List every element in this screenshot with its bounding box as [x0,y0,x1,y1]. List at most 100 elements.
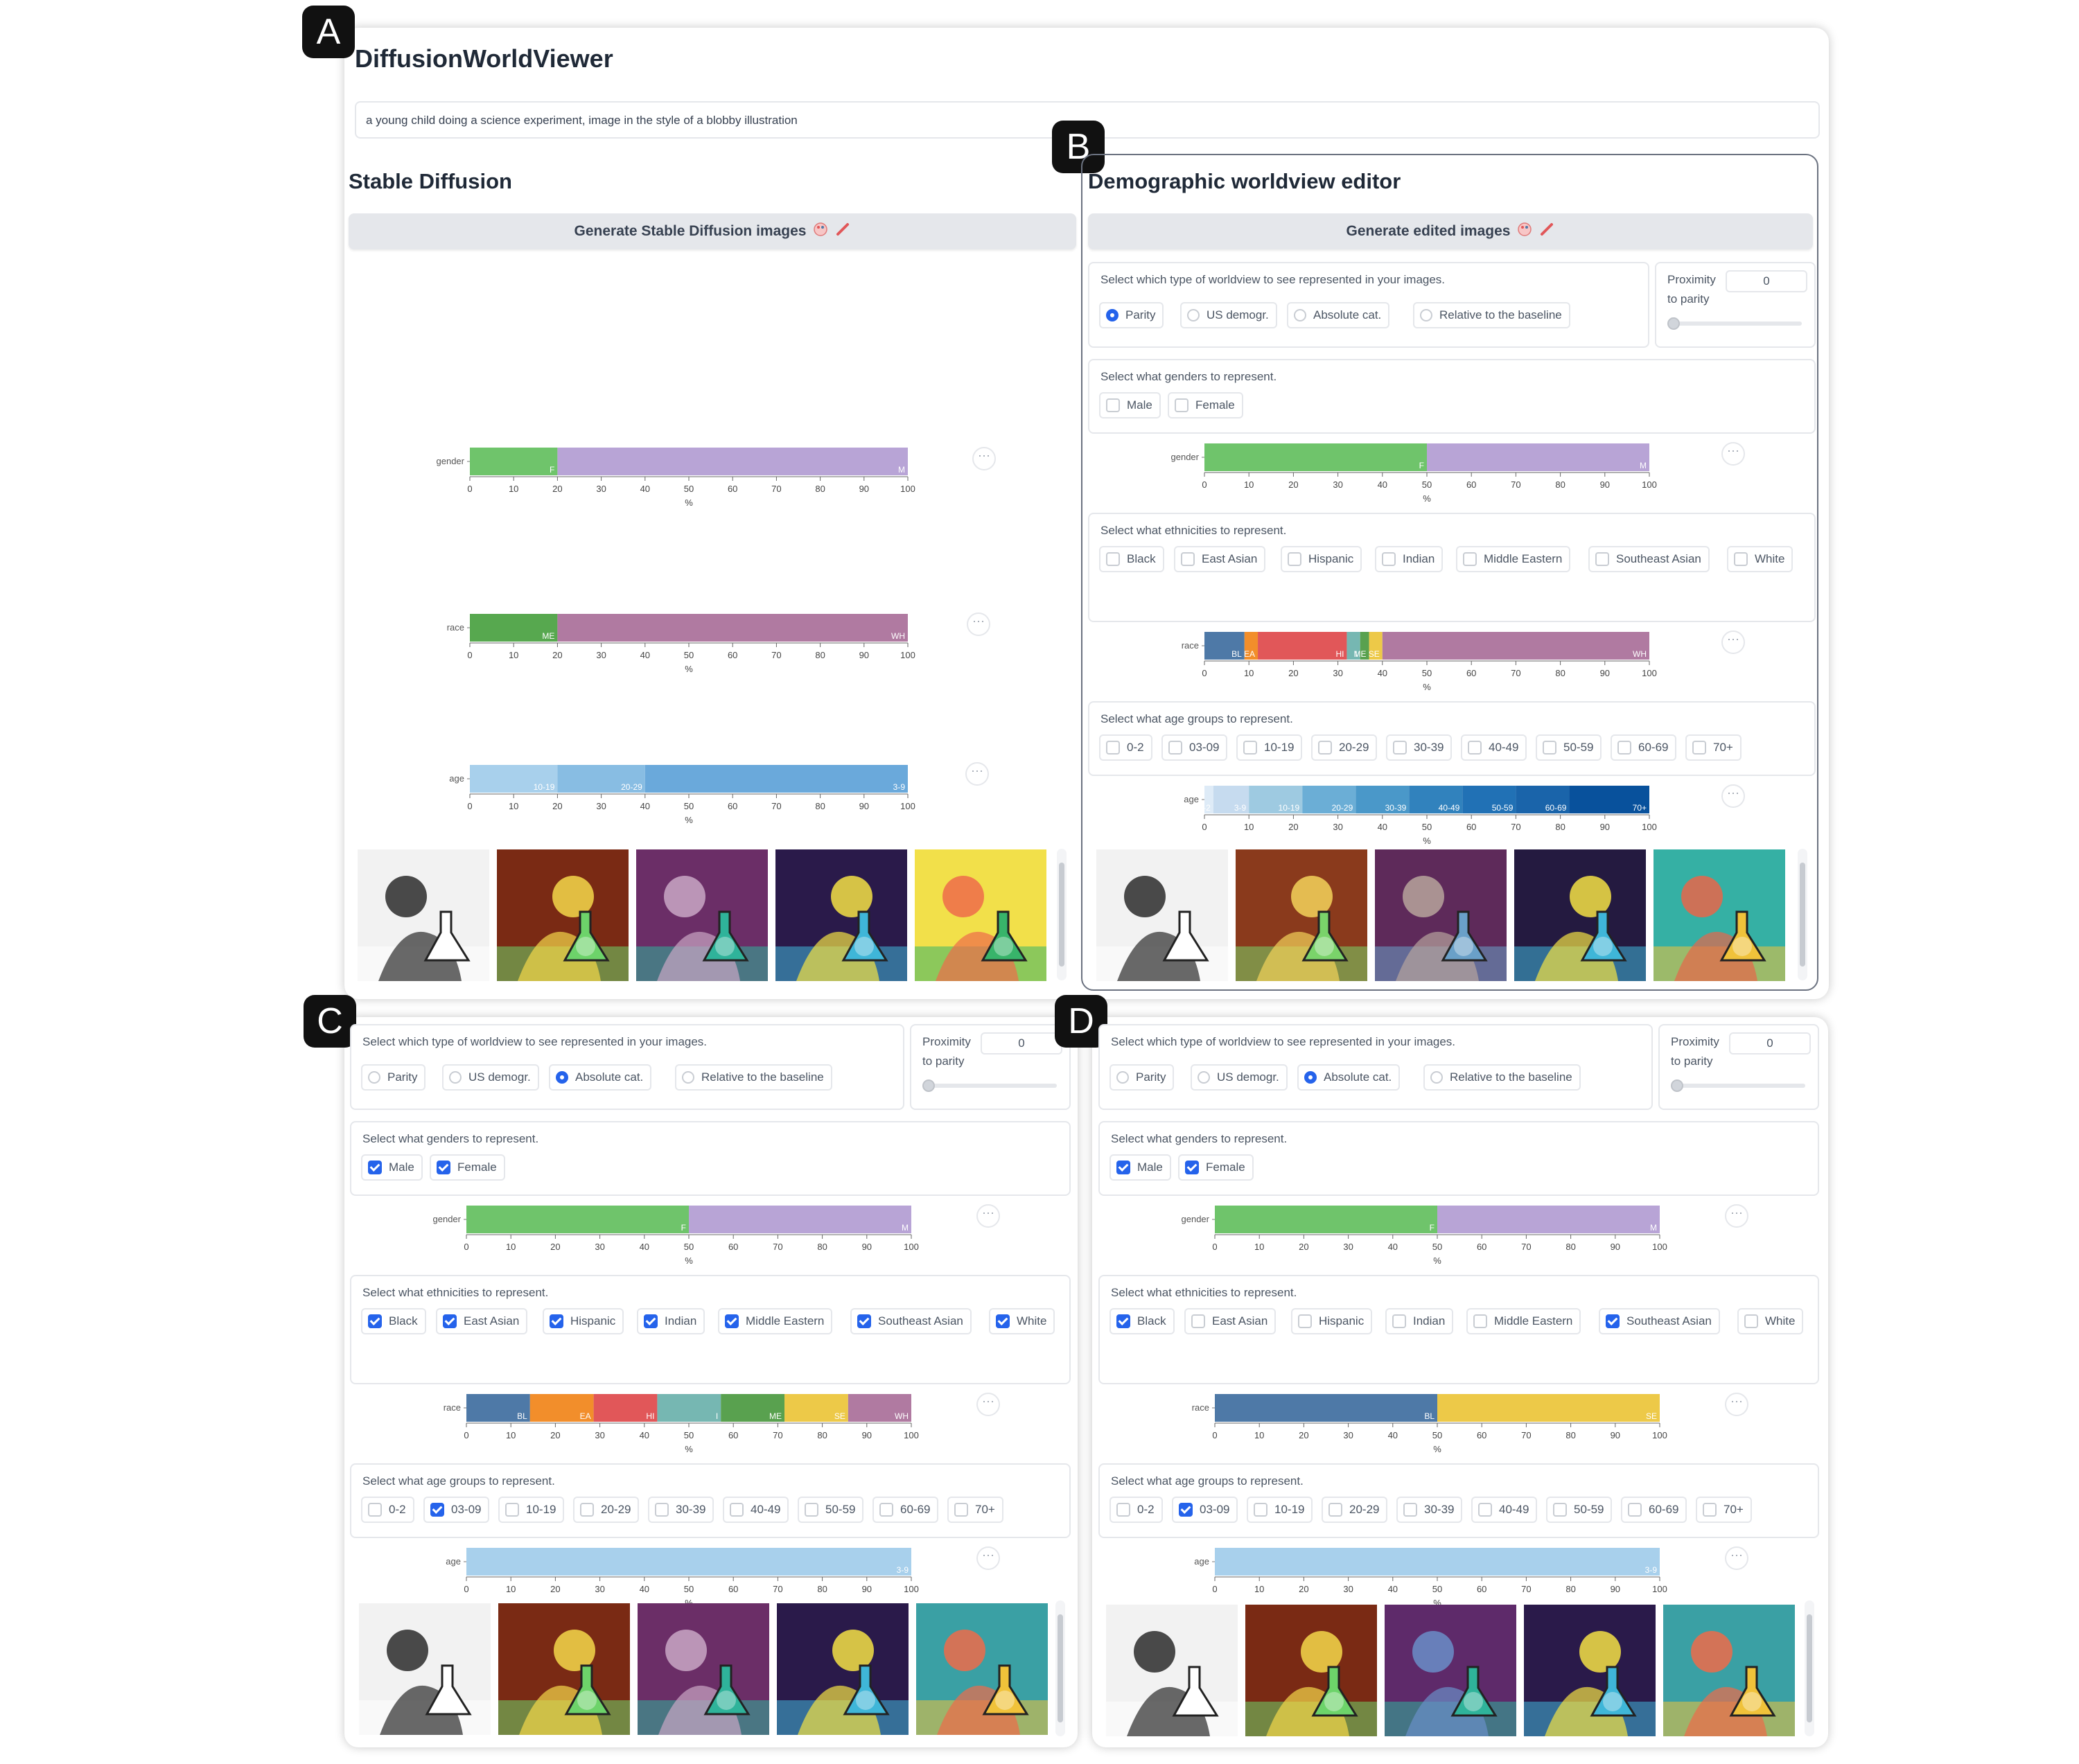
proximity-slider[interactable] [928,1084,1057,1088]
ethnicity-option-hispanic[interactable]: Hispanic [1291,1308,1373,1334]
bar-segment-M[interactable] [689,1206,911,1233]
bar-segment-HI[interactable] [1258,632,1347,660]
gallery-scrollbar[interactable] [1057,849,1067,980]
checkbox-icon[interactable] [1181,552,1195,566]
radio-icon[interactable] [1106,309,1119,321]
radio-icon[interactable] [1304,1071,1317,1084]
age-option-60-69[interactable]: 60-69 [1611,734,1677,761]
checkbox-icon[interactable] [655,1503,669,1517]
chart-menu-button[interactable]: ··· [965,762,989,786]
checkbox-icon[interactable] [1175,398,1188,412]
age-option-03-09[interactable]: 03-09 [1172,1497,1238,1523]
age-option-10-19[interactable]: 10-19 [1236,734,1303,761]
slider-handle[interactable] [1667,317,1680,330]
radio-icon[interactable] [1420,309,1432,321]
bar-segment-3-9[interactable] [466,1548,911,1576]
checkbox-icon[interactable] [1288,552,1301,566]
worldview-option-parity[interactable]: Parity [361,1064,426,1091]
radio-icon[interactable] [1187,309,1200,321]
generated-image[interactable] [1096,849,1228,981]
bar-segment-BL[interactable] [1215,1394,1437,1422]
checkbox-icon[interactable] [580,1503,594,1517]
gallery-scrollbar[interactable] [1805,1600,1814,1736]
checkbox-icon[interactable] [1191,1314,1205,1328]
age-option-10-19[interactable]: 10-19 [498,1497,565,1523]
gender-option-female[interactable]: Female [1178,1154,1254,1181]
worldview-option-absolute-cat-[interactable]: Absolute cat. [1297,1064,1401,1091]
bar-segment-M[interactable] [1427,443,1649,471]
ethnicity-option-east-asian[interactable]: East Asian [436,1308,528,1334]
checkbox-icon[interactable] [1243,741,1257,755]
chart-menu-button[interactable]: ··· [976,1204,1000,1228]
radio-icon[interactable] [682,1071,694,1084]
bar-segment-F[interactable] [470,448,558,475]
bar-segment-WH[interactable] [1382,632,1649,660]
checkbox-icon[interactable] [879,1503,893,1517]
generated-image[interactable] [1663,1605,1795,1736]
gender-option-male[interactable]: Male [1099,392,1161,418]
checkbox-icon[interactable] [1606,1314,1620,1328]
checkbox-icon[interactable] [368,1503,382,1517]
generated-image[interactable] [1514,849,1646,981]
checkbox-icon[interactable] [1744,1314,1758,1328]
ethnicity-option-white[interactable]: White [1737,1308,1804,1334]
bar-segment-F[interactable] [1204,443,1427,471]
checkbox-icon[interactable] [996,1314,1010,1328]
proximity-input[interactable]: 0 [1729,1032,1811,1055]
ethnicity-option-middle-eastern[interactable]: Middle Eastern [718,1308,833,1334]
generated-image[interactable] [1385,1605,1516,1736]
age-option-03-09[interactable]: 03-09 [423,1497,490,1523]
generated-image[interactable] [1524,1605,1656,1736]
ethnicity-option-southeast-asian[interactable]: Southeast Asian [1588,546,1710,572]
worldview-option-parity[interactable]: Parity [1099,302,1164,328]
age-option-70-[interactable]: 70+ [1685,734,1742,761]
age-option-50-59[interactable]: 50-59 [1536,734,1602,761]
checkbox-icon[interactable] [1116,1503,1130,1517]
generated-image[interactable] [1375,849,1507,981]
radio-icon[interactable] [449,1071,462,1084]
generated-image[interactable] [1245,1605,1377,1736]
checkbox-icon[interactable] [1473,1314,1487,1328]
checkbox-icon[interactable] [443,1314,457,1328]
ethnicity-option-southeast-asian[interactable]: Southeast Asian [1599,1308,1720,1334]
radio-icon[interactable] [1198,1071,1210,1084]
bar-segment-M[interactable] [1437,1206,1660,1233]
checkbox-icon[interactable] [1463,552,1477,566]
bar-segment-3-9[interactable] [644,765,908,793]
age-option-0-2[interactable]: 0-2 [1109,1497,1163,1523]
checkbox-icon[interactable] [1168,741,1182,755]
chart-menu-button[interactable]: ··· [1721,630,1745,654]
checkbox-icon[interactable] [1298,1314,1312,1328]
gender-option-female[interactable]: Female [430,1154,505,1181]
generated-image[interactable] [915,849,1046,981]
gender-option-female[interactable]: Female [1168,392,1243,418]
checkbox-icon[interactable] [1318,741,1332,755]
ethnicity-option-indian[interactable]: Indian [637,1308,705,1334]
age-option-50-59[interactable]: 50-59 [1546,1497,1613,1523]
checkbox-icon[interactable] [1185,1161,1199,1174]
chart-menu-button[interactable]: ··· [1725,1204,1748,1228]
ethnicity-option-middle-eastern[interactable]: Middle Eastern [1456,546,1571,572]
checkbox-icon[interactable] [1116,1314,1130,1328]
radio-icon[interactable] [368,1071,380,1084]
checkbox-icon[interactable] [1595,552,1609,566]
age-option-70-[interactable]: 70+ [947,1497,1003,1523]
worldview-option-us-demogr-[interactable]: US demogr. [442,1064,539,1091]
slider-handle[interactable] [1671,1079,1683,1092]
generated-image[interactable] [638,1603,769,1735]
ethnicity-option-hispanic[interactable]: Hispanic [1281,546,1362,572]
worldview-option-absolute-cat-[interactable]: Absolute cat. [1287,302,1390,328]
ethnicity-option-white[interactable]: White [1727,546,1793,572]
ethnicity-option-black[interactable]: Black [1099,546,1164,572]
checkbox-icon[interactable] [1179,1503,1193,1517]
radio-icon[interactable] [556,1071,568,1084]
generate-stable-button[interactable]: Generate Stable Diffusion images [349,213,1076,249]
age-option-0-2[interactable]: 0-2 [361,1497,414,1523]
ethnicity-option-indian[interactable]: Indian [1375,546,1444,572]
checkbox-icon[interactable] [1392,1314,1406,1328]
age-option-03-09[interactable]: 03-09 [1161,734,1228,761]
generated-image[interactable] [498,1603,630,1735]
generated-image[interactable] [359,1603,491,1735]
generated-image[interactable] [1653,849,1785,981]
generated-image[interactable] [636,849,768,981]
